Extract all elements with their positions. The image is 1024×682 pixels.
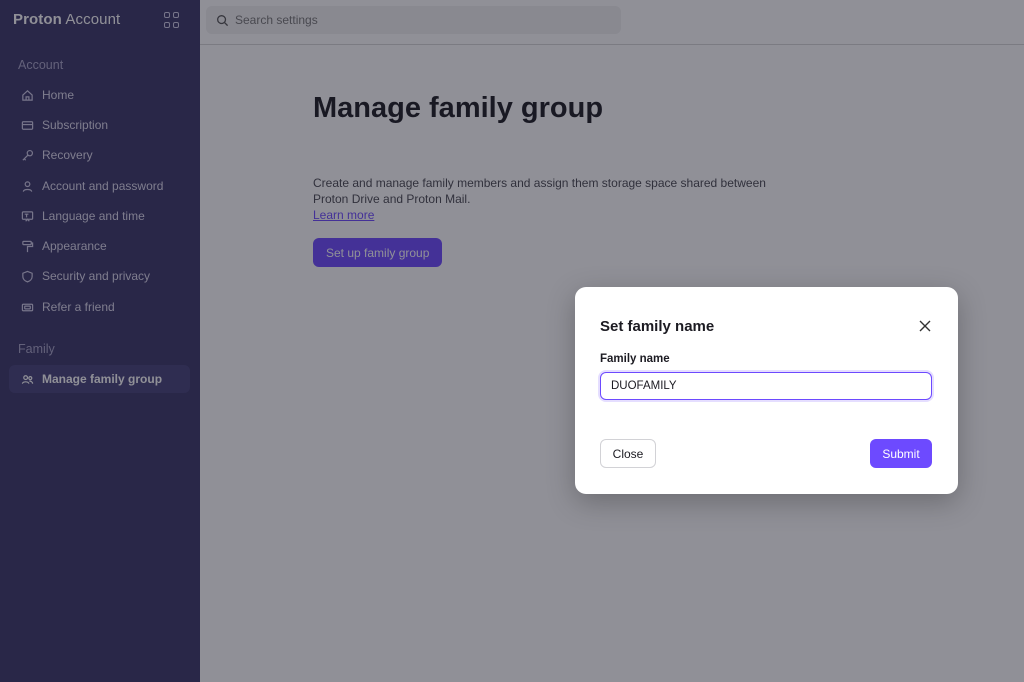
close-button[interactable]: Close [600,439,656,468]
dialog-title: Set family name [600,318,715,335]
family-name-field-wrapper[interactable] [600,372,932,400]
family-name-label: Family name [600,353,670,365]
family-name-input[interactable] [611,380,911,392]
submit-button[interactable]: Submit [870,439,932,468]
close-icon[interactable] [917,318,933,334]
set-family-name-dialog: Set family name Family name Close Submit [575,287,958,494]
